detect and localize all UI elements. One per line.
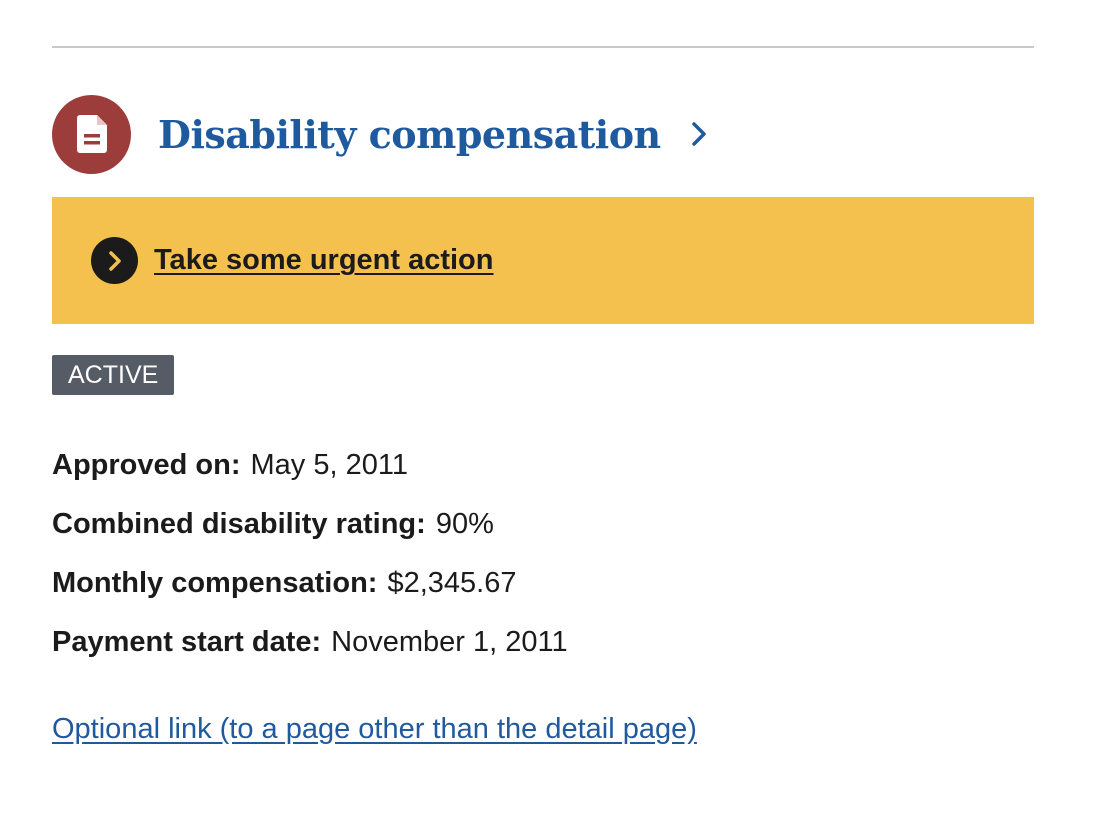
detail-row-combined-rating: Combined disability rating: 90% <box>52 502 1034 561</box>
detail-row-payment-start-date: Payment start date: November 1, 2011 <box>52 620 1034 679</box>
detail-label: Approved on: <box>52 449 241 481</box>
detail-value: November 1, 2011 <box>331 626 568 658</box>
top-divider <box>52 46 1034 48</box>
optional-link[interactable]: Optional link (to a page other than the … <box>52 713 697 746</box>
detail-label: Payment start date: <box>52 626 322 658</box>
detail-row-approved-on: Approved on: May 5, 2011 <box>52 443 1034 502</box>
detail-row-monthly-compensation: Monthly compensation: $2,345.67 <box>52 561 1034 620</box>
benefit-details: Approved on: May 5, 2011 Combined disabil… <box>52 443 1034 679</box>
urgent-action-link[interactable]: Take some urgent action <box>154 244 494 277</box>
benefit-title: Disability compensation <box>158 111 661 157</box>
detail-value: 90% <box>435 508 494 540</box>
detail-value: $2,345.67 <box>387 567 517 599</box>
chevron-right-circle-icon <box>91 237 138 284</box>
card-header: Disability compensation <box>52 94 707 174</box>
document-icon <box>52 94 131 174</box>
detail-label: Combined disability rating: <box>52 508 426 540</box>
urgent-action-alert: Take some urgent action <box>52 197 1034 324</box>
chevron-right-icon <box>691 121 707 147</box>
status-badge: ACTIVE <box>52 355 175 395</box>
detail-label: Monthly compensation: <box>52 567 378 599</box>
benefit-title-link[interactable]: Disability compensation <box>158 112 707 157</box>
detail-value: May 5, 2011 <box>250 449 408 481</box>
